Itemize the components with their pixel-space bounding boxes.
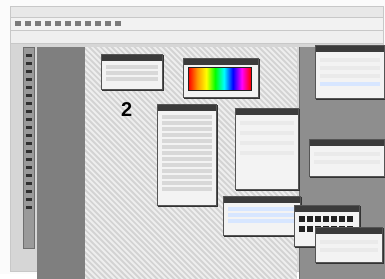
panel-title-bar[interactable] <box>184 59 258 65</box>
panel-row <box>320 248 378 252</box>
tool-icon[interactable] <box>26 126 32 129</box>
layer-row[interactable] <box>162 115 212 119</box>
panel-title-bar[interactable] <box>236 109 298 115</box>
panel-title-bar[interactable] <box>158 105 216 111</box>
panel-row <box>106 71 158 75</box>
menu-bar <box>11 18 383 31</box>
color-spectrum[interactable] <box>188 67 252 91</box>
menu-item[interactable] <box>95 21 101 26</box>
layer-row[interactable] <box>162 133 212 137</box>
tool-icon[interactable] <box>26 134 32 137</box>
panel-row <box>240 121 294 125</box>
panel-row <box>240 131 294 135</box>
layer-row[interactable] <box>162 187 212 191</box>
layer-row[interactable] <box>162 163 212 167</box>
panel-title-bar[interactable] <box>310 140 384 146</box>
panel-title-bar[interactable] <box>316 228 382 234</box>
right-panel-top[interactable] <box>315 45 385 99</box>
tool-icon[interactable] <box>26 198 32 201</box>
tool-icon[interactable] <box>26 174 32 177</box>
blue-panel[interactable] <box>223 196 301 236</box>
swatch-cell[interactable] <box>347 216 353 222</box>
right-panel-bottom[interactable] <box>315 227 383 263</box>
panel-row <box>240 141 294 145</box>
panel-row <box>320 74 380 78</box>
menu-item[interactable] <box>15 21 21 26</box>
tool-icon[interactable] <box>26 206 32 209</box>
panel-row <box>240 151 294 155</box>
swatch-cell[interactable] <box>299 226 305 232</box>
tool-icon[interactable] <box>26 118 32 121</box>
panel-row <box>228 207 296 211</box>
layer-row[interactable] <box>162 151 212 155</box>
menu-item[interactable] <box>105 21 111 26</box>
tool-icon[interactable] <box>26 158 32 161</box>
menu-item[interactable] <box>75 21 81 26</box>
menu-item[interactable] <box>35 21 41 26</box>
panel-row <box>320 82 380 86</box>
panel-title-bar[interactable] <box>224 197 300 203</box>
tool-icon[interactable] <box>26 166 32 169</box>
swatch-cell[interactable] <box>339 216 345 222</box>
swatch-cell[interactable] <box>299 216 305 222</box>
panel-title-bar[interactable] <box>102 55 162 61</box>
tool-icon[interactable] <box>26 70 32 73</box>
tool-icon[interactable] <box>26 142 32 145</box>
swatch-cell[interactable] <box>307 226 313 232</box>
tool-icon[interactable] <box>26 182 32 185</box>
options-bar <box>11 31 383 44</box>
panel-title-bar[interactable] <box>316 46 384 52</box>
swatch-cell[interactable] <box>331 216 337 222</box>
monitor: 2 <box>10 6 385 279</box>
panel-row <box>320 240 378 244</box>
panel-title-bar[interactable] <box>295 206 359 212</box>
panel-row <box>106 77 158 81</box>
right-panel-mid[interactable] <box>309 139 385 177</box>
tool-icon[interactable] <box>26 150 32 153</box>
swatch-cell[interactable] <box>323 216 329 222</box>
panel-row <box>320 66 380 70</box>
panel-row <box>106 65 158 69</box>
layer-row[interactable] <box>162 127 212 131</box>
title-bar <box>11 7 383 18</box>
layers-panel[interactable] <box>157 104 217 206</box>
layer-row[interactable] <box>162 145 212 149</box>
panel-row <box>228 219 296 223</box>
panel-row <box>314 152 380 156</box>
menu-item[interactable] <box>45 21 51 26</box>
menu-item[interactable] <box>115 21 121 26</box>
tool-icon[interactable] <box>26 54 32 57</box>
tool-icon[interactable] <box>26 94 32 97</box>
swatch-cell[interactable] <box>307 216 313 222</box>
step-number: 2 <box>121 99 133 121</box>
panel-row <box>314 160 380 164</box>
swatch-cell[interactable] <box>315 216 321 222</box>
layer-row[interactable] <box>162 121 212 125</box>
color-picker-panel[interactable] <box>183 58 259 98</box>
screen-photo: 2 <box>0 0 385 279</box>
tool-icon[interactable] <box>26 102 32 105</box>
menu-item[interactable] <box>55 21 61 26</box>
layer-row[interactable] <box>162 181 212 185</box>
layer-row[interactable] <box>162 175 212 179</box>
panel-row <box>228 213 296 217</box>
layer-row[interactable] <box>162 139 212 143</box>
tool-icon[interactable] <box>26 190 32 193</box>
menu-item[interactable] <box>25 21 31 26</box>
menu-item[interactable] <box>85 21 91 26</box>
panel-row <box>320 58 380 62</box>
properties-panel[interactable] <box>235 108 299 190</box>
layer-row[interactable] <box>162 169 212 173</box>
tool-icon[interactable] <box>26 86 32 89</box>
toolbox <box>23 47 35 249</box>
layer-row[interactable] <box>162 157 212 161</box>
tool-icon[interactable] <box>26 62 32 65</box>
menu-item[interactable] <box>65 21 71 26</box>
tool-icon[interactable] <box>26 78 32 81</box>
tool-icon[interactable] <box>26 110 32 113</box>
info-panel[interactable] <box>101 54 163 90</box>
